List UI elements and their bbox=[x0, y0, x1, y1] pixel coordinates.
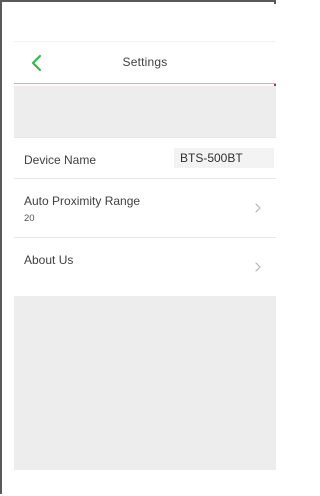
device-name-row: Device Name bbox=[14, 137, 276, 179]
about-us-row[interactable]: About Us bbox=[14, 238, 276, 296]
empty-content-area bbox=[14, 296, 276, 470]
chevron-right-icon bbox=[255, 203, 261, 213]
device-name-label: Device Name bbox=[24, 153, 97, 167]
page-title: Settings bbox=[122, 55, 168, 69]
auto-proximity-range-value: 20 bbox=[24, 213, 35, 224]
bottom-area bbox=[14, 470, 276, 496]
app-frame: Settings Device Name Auto Proximity Rang… bbox=[0, 0, 276, 496]
status-bar-area bbox=[14, 4, 276, 42]
navigation-bar: Settings bbox=[14, 42, 276, 84]
about-us-label: About Us bbox=[24, 253, 74, 267]
section-spacer bbox=[14, 86, 276, 137]
auto-proximity-range-row[interactable]: Auto Proximity Range 20 bbox=[14, 179, 276, 238]
auto-proximity-range-label: Auto Proximity Range bbox=[24, 194, 141, 208]
chevron-right-icon bbox=[255, 262, 261, 272]
device-name-input[interactable] bbox=[174, 148, 274, 168]
